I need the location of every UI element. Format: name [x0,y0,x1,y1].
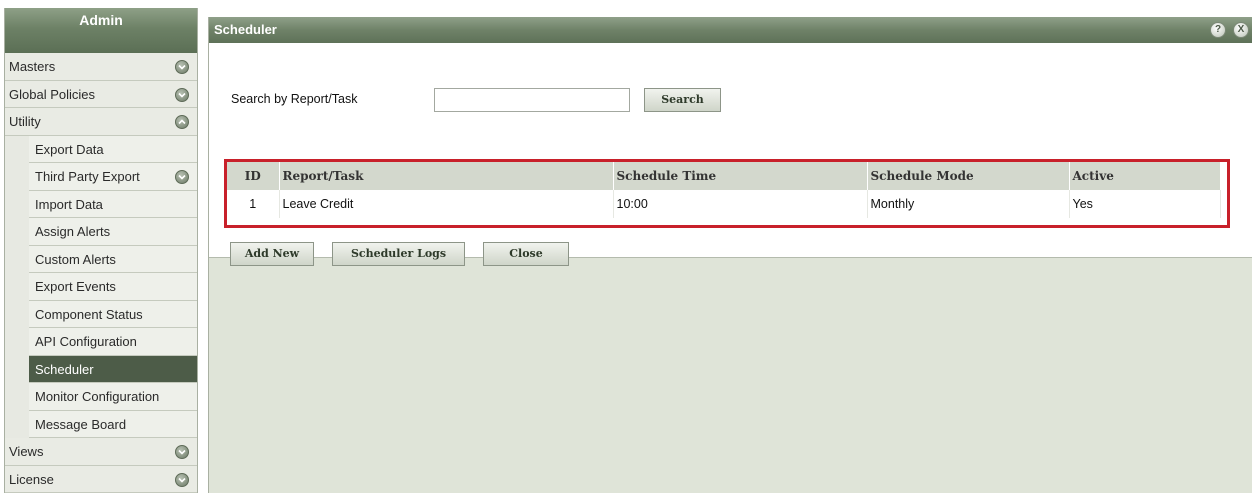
sidebar-item-views[interactable]: Views [5,438,197,466]
sidebar-item-import-data[interactable]: Import Data [29,190,197,218]
close-icon[interactable]: X [1233,22,1249,38]
sidebar-item-label: Masters [9,59,56,74]
sidebar-item-label: Custom Alerts [35,251,116,267]
add-new-button[interactable]: Add New [230,242,314,266]
column-header-id[interactable]: ID [227,162,280,190]
sidebar-item-export-data[interactable]: Export Data [29,135,197,163]
sidebar-item-label: License [9,471,54,487]
panel-title: Scheduler [214,22,277,37]
sidebar-item-label: Monitor Configuration [35,389,160,404]
cell-active: Yes [1069,190,1221,218]
sidebar-item-assign-alerts[interactable]: Assign Alerts [29,218,197,246]
sidebar-item-label: Import Data [35,196,103,212]
scheduler-table: ID Report/Task Schedule Time Schedule Mo… [227,162,1221,218]
sidebar-item-label: Scheduler [35,361,94,377]
search-button[interactable]: Search [644,88,721,112]
sidebar-item-masters[interactable]: Masters [5,53,197,81]
sidebar-title: Admin [5,8,197,53]
sidebar-item-label: Export Events [35,279,116,294]
chevron-down-icon[interactable] [175,472,189,487]
cell-report-task: Leave Credit [279,190,614,218]
sidebar-item-license[interactable]: License [5,465,197,493]
scheduler-logs-button[interactable]: Scheduler Logs [332,242,465,266]
sidebar-item-monitor-configuration[interactable]: Monitor Configuration [29,383,197,411]
sidebar-item-export-events[interactable]: Export Events [29,273,197,301]
sidebar-item-utility[interactable]: Utility [5,108,197,136]
sidebar-item-label: Views [9,444,44,459]
sidebar: Admin Masters Global Policies Utility Ex… [4,8,198,493]
sidebar-item-api-configuration[interactable]: API Configuration [29,328,197,356]
cell-schedule-time: 10:00 [613,190,868,218]
sidebar-item-custom-alerts[interactable]: Custom Alerts [29,245,197,273]
sidebar-item-label: Assign Alerts [35,224,111,239]
chevron-down-icon[interactable] [175,87,189,102]
sidebar-item-label: Third Party Export [35,169,140,184]
chevron-down-icon[interactable] [175,445,189,459]
panel-content: Search by Report/Task Search ID Report/T… [209,43,1252,266]
help-icon[interactable]: ? [1210,22,1226,38]
sidebar-item-label: Component Status [35,306,143,322]
sidebar-item-label: Message Board [35,416,127,432]
scheduler-panel: Scheduler ? X Search by Report/Task Sear… [208,17,1252,493]
sidebar-item-label: Export Data [35,141,104,157]
sidebar-item-label: Utility [9,114,41,129]
column-header-schedule-mode[interactable]: Schedule Mode [867,162,1070,190]
sidebar-item-label: Global Policies [9,86,95,102]
table-header-row: ID Report/Task Schedule Time Schedule Mo… [227,162,1221,190]
column-header-report-task[interactable]: Report/Task [279,162,614,190]
cell-schedule-mode: Monthly [867,190,1070,218]
sidebar-item-scheduler[interactable]: Scheduler [29,355,197,383]
sidebar-item-component-status[interactable]: Component Status [29,300,197,328]
panel-title-bar: Scheduler ? X [209,17,1252,43]
column-header-schedule-time[interactable]: Schedule Time [613,162,868,190]
column-header-active[interactable]: Active [1069,162,1221,190]
sidebar-item-global-policies[interactable]: Global Policies [5,80,197,108]
chevron-down-icon[interactable] [175,60,189,74]
search-label: Search by Report/Task [231,92,358,106]
search-input[interactable] [434,88,630,112]
cell-id: 1 [227,190,280,218]
sidebar-item-third-party-export[interactable]: Third Party Export [29,163,197,191]
table-row[interactable]: 1 Leave Credit 10:00 Monthly Yes [227,190,1221,218]
sidebar-item-message-board[interactable]: Message Board [29,410,197,438]
chevron-up-icon[interactable] [175,115,189,129]
chevron-down-icon[interactable] [175,170,189,184]
close-button[interactable]: Close [483,242,569,266]
sidebar-item-label: API Configuration [35,334,137,349]
